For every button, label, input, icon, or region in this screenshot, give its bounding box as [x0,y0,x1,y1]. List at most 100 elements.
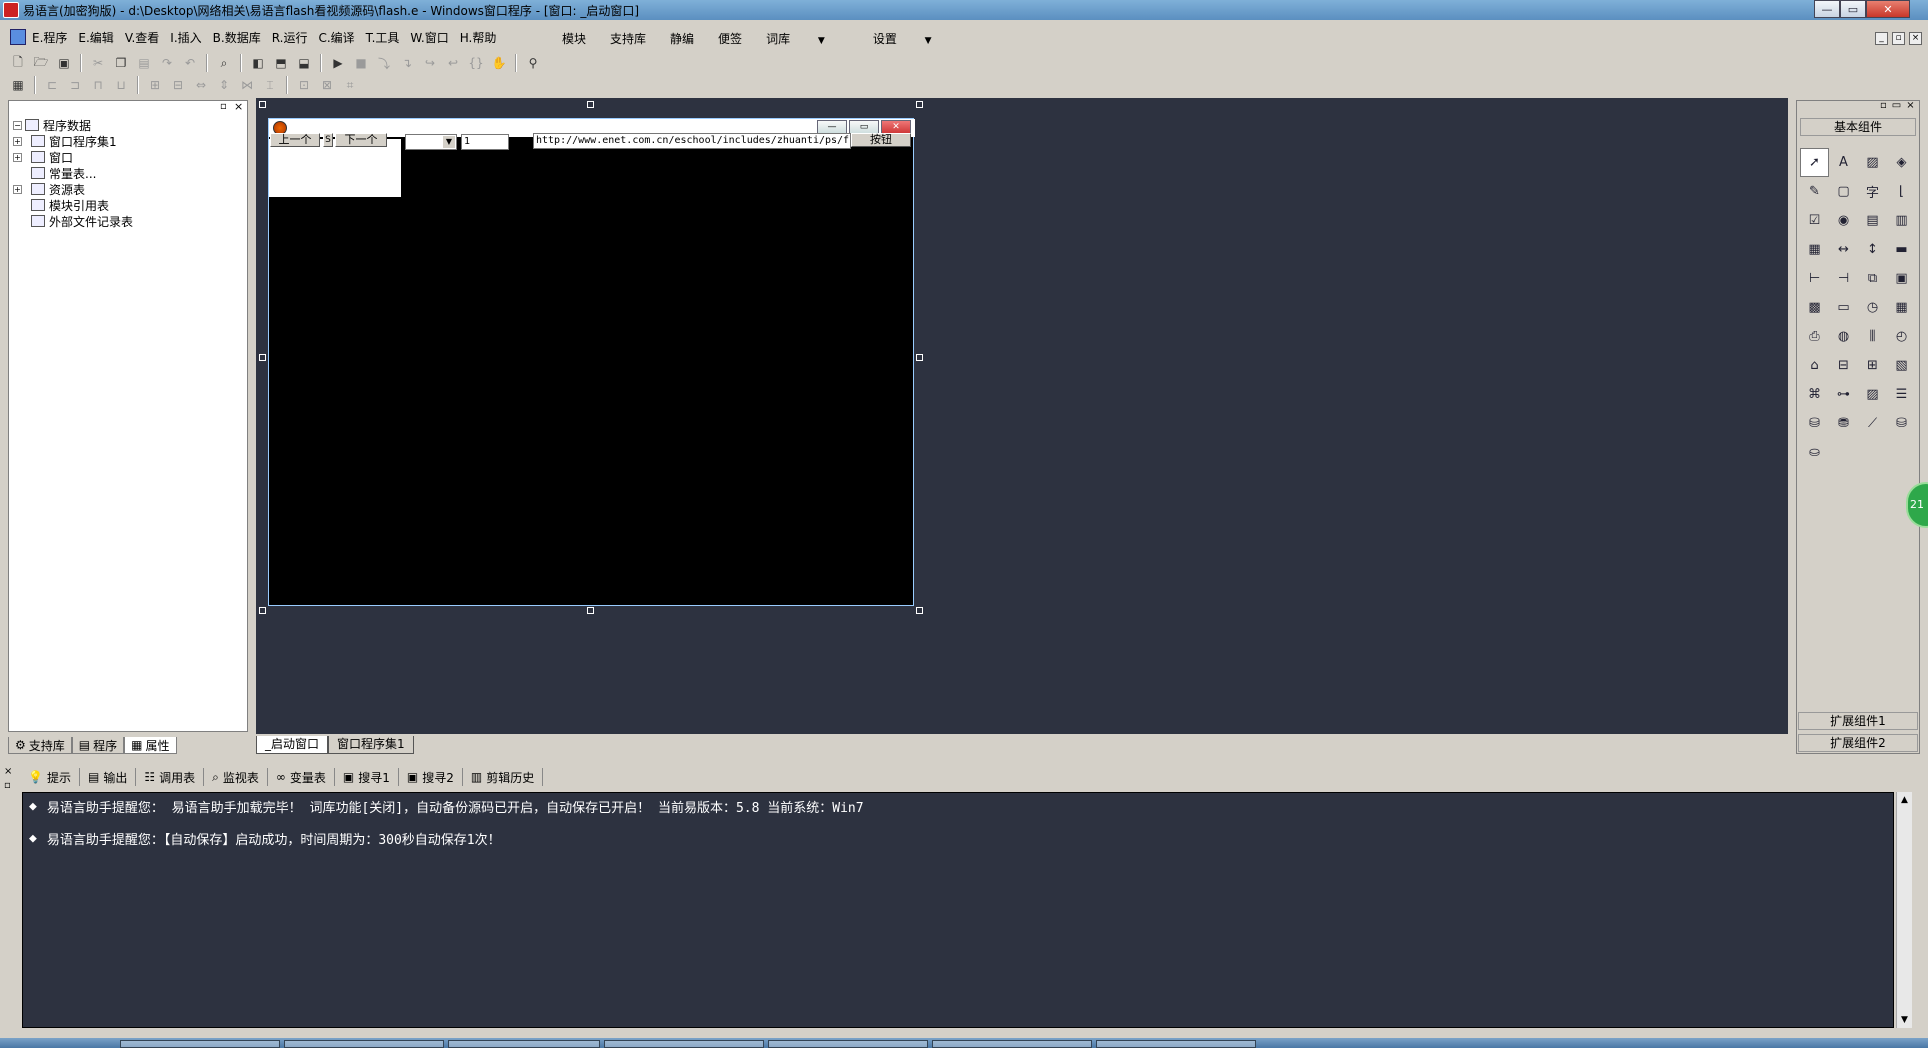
tree-item-constants[interactable]: 常量表... [13,165,133,181]
resize-handle[interactable] [259,607,266,614]
url-edit[interactable]: http://www.enet.com.cn/eschool/includes/… [533,133,851,149]
resize-handle[interactable] [916,354,923,361]
align-left-icon[interactable]: ⊏ [42,75,62,95]
panel-close-icon[interactable]: × [234,100,243,113]
expand-icon[interactable]: + [13,152,22,162]
number-edit[interactable]: 1 [461,134,509,150]
menu-compile[interactable]: C.编译 [318,29,354,46]
step-into-icon[interactable]: ↪ [420,53,440,73]
shape-icon[interactable]: ◈ [1887,148,1916,177]
client-icon[interactable]: ⊞ [1858,351,1887,380]
collapse-icon[interactable]: − [13,120,22,130]
close-icon[interactable]: × [1906,100,1914,111]
open-folder-icon[interactable]: 🗁 [31,53,51,73]
menu-insert[interactable]: I.插入 [170,29,201,46]
clock-icon[interactable]: ◴ [1887,322,1916,351]
tray-icon[interactable]: ⌂ [1800,351,1829,380]
resize-handle[interactable] [587,607,594,614]
extended-components-2[interactable]: 扩展组件2 [1798,734,1918,752]
same-width-icon[interactable]: ⇔ [191,75,211,95]
tab-output[interactable]: ▤ 输出 [80,768,137,786]
expand-icon[interactable]: + [13,136,22,146]
chevron-down-icon[interactable]: ▼ [443,136,455,148]
output-pin-icon[interactable]: ▫ [4,780,11,791]
scroll-h-icon[interactable]: ↔ [1829,235,1858,264]
go-button[interactable]: 按钮 [851,133,911,147]
center-h-icon[interactable]: ⊞ [145,75,165,95]
copy-icon[interactable]: ❐ [111,53,131,73]
image-icon[interactable]: ▨ [1858,380,1887,409]
server-icon[interactable]: ⊟ [1829,351,1858,380]
next-button[interactable]: 下一个 [335,133,387,147]
center-window-h-icon[interactable]: ⊡ [294,75,314,95]
globe-icon[interactable]: ◍ [1829,322,1858,351]
database-icon[interactable]: ⛁ [1800,409,1829,438]
table-icon[interactable]: ▩ [1800,293,1829,322]
progress-icon[interactable]: ▬ [1887,235,1916,264]
menu-tools[interactable]: T.工具 [366,29,400,46]
frame-icon[interactable]: ▥ [1887,206,1916,235]
taskbar-item[interactable] [284,1040,444,1048]
document-icon[interactable] [10,29,26,45]
tree-item-external-files[interactable]: 外部文件记录表 [13,213,133,229]
align-bottom-icon[interactable]: ⊔ [111,75,131,95]
tab-search1[interactable]: ▣ 搜寻1 [335,768,399,786]
panel-pin-icon[interactable]: ▫ [220,101,227,112]
font-icon[interactable]: 字 [1858,177,1887,206]
center-v-icon[interactable]: ⊟ [168,75,188,95]
tab-variables[interactable]: ∞ 变量表 [268,768,335,786]
save-icon[interactable]: ▣ [54,53,74,73]
mdi-close-button[interactable]: × [1909,32,1922,45]
timer-icon[interactable]: ◷ [1858,293,1887,322]
tree-item-resources[interactable]: + 资源表 [13,181,133,197]
taskbar-item[interactable] [448,1040,600,1048]
lock-icon[interactable]: ⌗ [340,75,360,95]
resize-handle[interactable] [587,101,594,108]
new-file-icon[interactable]: 🗋 [8,53,28,73]
label-icon[interactable]: A [1829,148,1858,177]
mdi-minimize-button[interactable]: _ [1875,32,1888,45]
odbc-db-icon[interactable]: ⛀ [1800,438,1829,467]
tab-clip-history[interactable]: ▥ 剪辑历史 [463,768,544,786]
report-icon[interactable]: ▧ [1887,351,1916,380]
tree-icon[interactable]: ⊶ [1829,380,1858,409]
radio-icon[interactable]: ◉ [1829,206,1858,235]
calendar-icon[interactable]: ▦ [1887,293,1916,322]
hand-icon[interactable]: ✋ [489,53,509,73]
same-height-icon[interactable]: ⇕ [214,75,234,95]
scroll-up-icon[interactable]: ▲ [1897,792,1912,808]
resize-handle[interactable] [916,607,923,614]
resize-handle[interactable] [916,101,923,108]
tab-window-assembly[interactable]: 窗口程序集1 [328,736,414,754]
menu-notes[interactable]: 便签 [718,30,742,47]
dropdown-combo[interactable]: ▼ [405,134,457,150]
menu-support-lib[interactable]: 支持库 [610,30,646,47]
minimize-button[interactable]: — [1814,0,1840,18]
layout-left-icon[interactable]: ◧ [248,53,268,73]
panel-icon[interactable]: ▢ [1829,177,1858,206]
slider-h-icon[interactable]: ⊢ [1800,264,1829,293]
tab-icon[interactable]: ⧉ [1858,264,1887,293]
run-to-cursor-icon[interactable]: {} [466,53,486,73]
find-icon[interactable]: ⌕ [214,53,234,73]
menu-program[interactable]: E.程序 [32,29,67,46]
space-v-icon[interactable]: ⌶ [260,75,280,95]
pin-icon[interactable]: ▫ [1880,100,1887,111]
menu-static-compile[interactable]: 静编 [670,30,694,47]
resize-handle[interactable] [259,101,266,108]
run-icon[interactable]: ▶ [328,53,348,73]
layout-bottom-icon[interactable]: ⬓ [294,53,314,73]
small-label[interactable]: S [323,133,333,147]
mdi-restore-button[interactable]: ▫ [1892,32,1905,45]
binoculars-icon[interactable]: ⚲ [523,53,543,73]
menu-database[interactable]: B.数据库 [213,29,261,46]
step-icon[interactable]: ⤵ [374,53,394,73]
output-panel[interactable]: ◆ 易语言助手提醒您： 易语言助手加载完毕！ 词库功能[关闭]，自动备份源码已开启… [22,792,1894,1028]
line-icon[interactable]: ⌊ [1887,177,1916,206]
chart-icon[interactable]: ⟋ [1858,409,1887,438]
tab-hint[interactable]: 💡 提示 [20,768,80,786]
cut-icon[interactable]: ✂ [88,53,108,73]
picture-icon[interactable]: ▨ [1858,148,1887,177]
grid-icon[interactable]: ▦ [1800,235,1829,264]
prev-button[interactable]: 上一个 [270,133,320,147]
